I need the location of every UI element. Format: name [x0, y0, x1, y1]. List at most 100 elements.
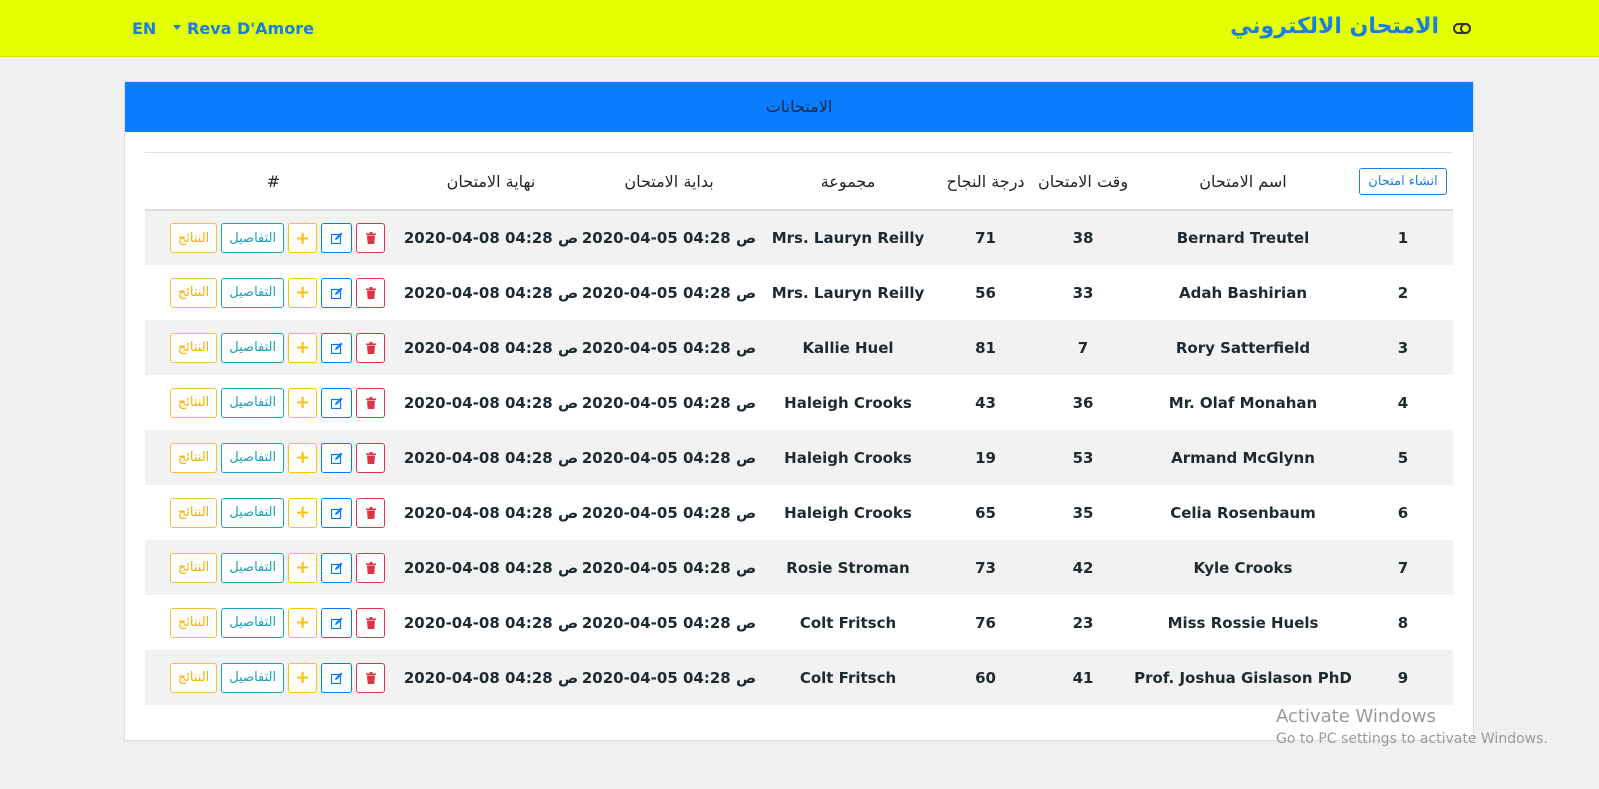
cell-pass: 76	[975, 613, 996, 632]
edit-button[interactable]	[321, 662, 353, 693]
delete-button[interactable]	[356, 332, 386, 363]
details-button[interactable]: التفاصيل	[221, 607, 285, 638]
details-button[interactable]: التفاصيل	[221, 552, 285, 583]
cell-num: 3	[1397, 338, 1409, 357]
edit-icon	[330, 562, 343, 574]
edit-button[interactable]	[321, 332, 353, 363]
delete-button[interactable]	[356, 387, 386, 418]
edit-button[interactable]	[321, 387, 353, 418]
header-end: نهاية الامتحان	[446, 171, 536, 191]
cell-time: 23	[1072, 613, 1094, 632]
header-start: بداية الامتحان	[624, 171, 714, 191]
details-button[interactable]: التفاصيل	[221, 332, 285, 363]
cell-end: 2020-04-08 04:28 ص	[403, 668, 579, 687]
cell-end: 2020-04-08 04:28 ص	[403, 448, 579, 467]
cell-group: Haleigh Crooks	[784, 503, 912, 522]
add-question-button[interactable]: +	[288, 332, 318, 363]
cell-actions: النتائج التفاصيل +	[145, 595, 402, 650]
exams-table-body: 1 Bernard Treutel 38 71 Mrs. Lauryn Reil…	[145, 210, 1453, 705]
cell-start: 2020-04-05 04:28 ص	[581, 283, 757, 302]
add-question-button[interactable]: +	[288, 387, 318, 418]
trash-icon	[365, 506, 376, 519]
details-button[interactable]: التفاصيل	[221, 442, 285, 473]
cell-end: 2020-04-08 04:28 ص	[403, 613, 579, 632]
cell-pass: 73	[975, 558, 996, 577]
cell-name: Kyle Crooks	[1193, 558, 1293, 577]
details-button[interactable]: التفاصيل	[221, 277, 285, 308]
table-row: 7 Kyle Crooks 42 73 Rosie Stroman 2020-0…	[145, 540, 1453, 595]
edit-icon	[330, 452, 343, 464]
user-menu[interactable]: Reva D'Amore	[173, 19, 314, 38]
header-pass: درجة النجاح	[946, 171, 1025, 191]
results-button[interactable]: النتائج	[169, 662, 218, 693]
create-exam-button[interactable]: انشاء امتحان	[1359, 167, 1447, 195]
cell-group: Mrs. Lauryn Reilly	[771, 283, 925, 302]
results-button[interactable]: النتائج	[169, 277, 218, 308]
edit-button[interactable]	[321, 497, 353, 528]
results-button[interactable]: النتائج	[169, 552, 218, 583]
cell-start: 2020-04-05 04:28 ص	[581, 613, 757, 632]
delete-button[interactable]	[356, 442, 386, 473]
cell-actions: النتائج التفاصيل +	[145, 650, 402, 705]
details-button[interactable]: التفاصيل	[221, 497, 285, 528]
toggle-icon[interactable]	[1453, 23, 1471, 34]
results-button[interactable]: النتائج	[169, 442, 218, 473]
header-hash: #	[266, 171, 281, 191]
edit-button[interactable]	[321, 607, 353, 638]
delete-button[interactable]	[356, 223, 386, 253]
activate-windows-watermark: Activate Windows Go to PC settings to ac…	[1276, 706, 1548, 747]
cell-actions: النتائج التفاصيل +	[145, 485, 402, 540]
edit-button[interactable]	[321, 223, 353, 253]
edit-icon	[330, 672, 343, 684]
details-button[interactable]: التفاصيل	[221, 223, 285, 253]
add-question-button[interactable]: +	[288, 223, 318, 253]
cell-num: 9	[1397, 668, 1409, 687]
delete-button[interactable]	[356, 552, 386, 583]
cell-actions: النتائج التفاصيل +	[145, 265, 402, 320]
cell-group: Colt Fritsch	[799, 668, 897, 687]
add-question-button[interactable]: +	[288, 442, 318, 473]
cell-time: 35	[1072, 503, 1094, 522]
top-navbar: EN Reva D'Amore الامتحان الالكتروني	[0, 0, 1599, 57]
cell-time: 42	[1072, 558, 1094, 577]
results-button[interactable]: النتائج	[169, 607, 218, 638]
add-question-button[interactable]: +	[288, 277, 318, 308]
add-question-button[interactable]: +	[288, 497, 318, 528]
trash-icon	[365, 561, 376, 574]
cell-name: Rory Satterfield	[1175, 338, 1311, 357]
cell-num: 5	[1397, 448, 1409, 467]
results-button[interactable]: النتائج	[169, 387, 218, 418]
edit-icon	[330, 397, 343, 409]
cell-num: 8	[1397, 613, 1409, 632]
add-question-button[interactable]: +	[288, 552, 318, 583]
delete-button[interactable]	[356, 662, 386, 693]
cell-end: 2020-04-08 04:28 ص	[403, 393, 579, 412]
edit-button[interactable]	[321, 552, 353, 583]
results-button[interactable]: النتائج	[169, 497, 218, 528]
delete-button[interactable]	[356, 607, 386, 638]
user-name: Reva D'Amore	[187, 19, 314, 38]
app-brand[interactable]: الامتحان الالكتروني	[1230, 14, 1439, 39]
delete-button[interactable]	[356, 277, 386, 308]
header-group: مجموعة	[820, 171, 876, 191]
exams-card: الامتحانات انشاء امتحان اسم الامتحان وقت…	[124, 81, 1474, 741]
trash-icon	[365, 341, 376, 354]
edit-icon	[330, 342, 343, 354]
add-question-button[interactable]: +	[288, 662, 318, 693]
edit-icon	[330, 287, 343, 299]
edit-icon	[330, 507, 343, 519]
caret-down-icon	[173, 25, 181, 30]
delete-button[interactable]	[356, 497, 386, 528]
edit-button[interactable]	[321, 277, 353, 308]
results-button[interactable]: النتائج	[169, 332, 218, 363]
cell-pass: 43	[975, 393, 996, 412]
cell-name: Miss Rossie Huels	[1167, 613, 1319, 632]
results-button[interactable]: النتائج	[169, 223, 218, 253]
table-row: 6 Celia Rosenbaum 35 65 Haleigh Crooks 2…	[145, 485, 1453, 540]
details-button[interactable]: التفاصيل	[221, 387, 285, 418]
edit-button[interactable]	[321, 442, 353, 473]
add-question-button[interactable]: +	[288, 607, 318, 638]
language-switch[interactable]: EN	[132, 19, 156, 38]
details-button[interactable]: التفاصيل	[221, 662, 285, 693]
trash-icon	[365, 286, 376, 299]
